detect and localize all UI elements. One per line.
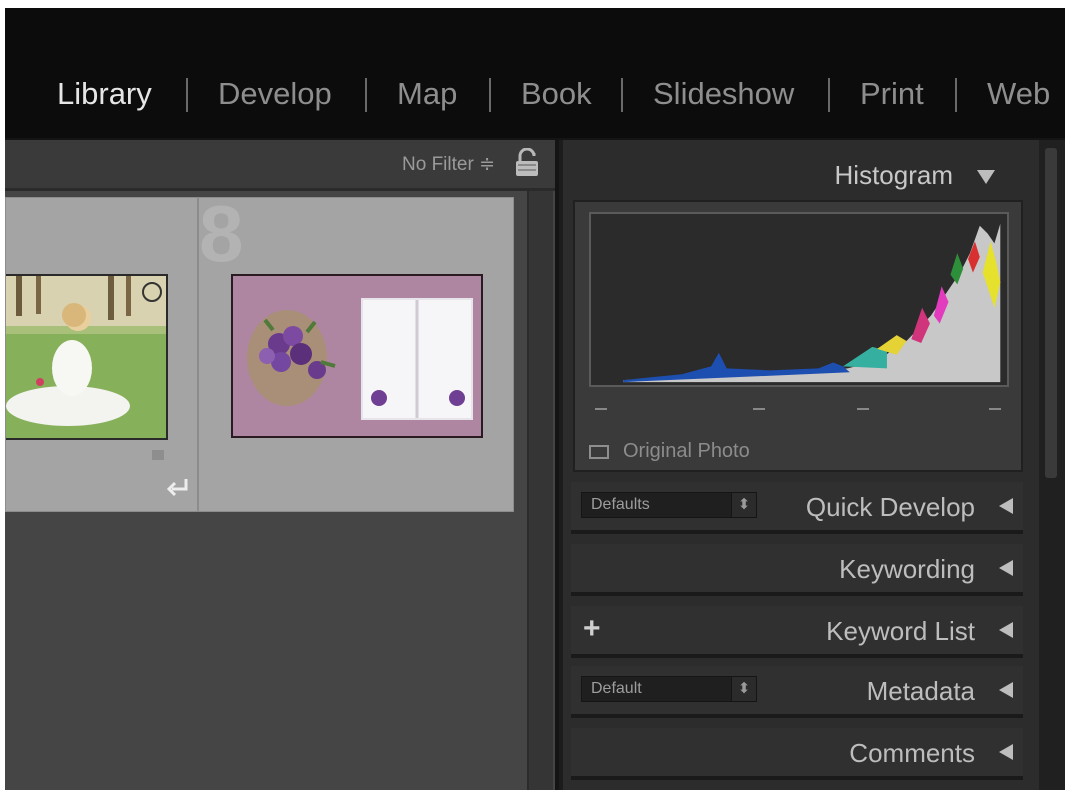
grid-scrollbar[interactable] <box>527 191 553 790</box>
quick-develop-title: Quick Develop <box>805 492 975 522</box>
plus-icon[interactable]: + <box>583 612 601 646</box>
keywording-header[interactable]: Keywording <box>571 544 1023 596</box>
triangle-left-icon[interactable] <box>999 682 1013 698</box>
keyword-list-header[interactable]: + Keyword List <box>571 606 1023 658</box>
filter-dropdown[interactable]: No Filter ≑ <box>402 153 495 176</box>
filter-bar: No Filter ≑ <box>5 140 555 191</box>
tick <box>857 408 869 410</box>
stepper-icon[interactable]: ⬍ <box>731 677 756 701</box>
histogram-panel: Original Photo <box>573 200 1023 472</box>
triangle-left-icon[interactable] <box>999 498 1013 514</box>
metadata-header[interactable]: Default ⬍ Metadata <box>571 666 1023 718</box>
histogram-graph <box>589 212 1009 387</box>
metadata-title: Metadata <box>866 676 975 706</box>
comments-title: Comments <box>849 738 975 768</box>
grid-cell[interactable]: 8 <box>198 189 514 512</box>
module-book[interactable]: Book <box>521 76 592 112</box>
triangle-down-icon[interactable] <box>977 170 995 184</box>
original-photo-label: Original Photo <box>623 440 750 462</box>
divider <box>955 78 957 112</box>
scrollbar-thumb[interactable] <box>1045 148 1057 478</box>
module-library[interactable]: Library <box>57 76 152 112</box>
grid-cell[interactable] <box>5 197 198 512</box>
quick-develop-header[interactable]: Defaults ⬍ Quick Develop <box>571 482 1023 534</box>
comments-header[interactable]: Comments <box>571 728 1023 780</box>
keyword-list-title: Keyword List <box>826 616 975 646</box>
thumbnail-grid: 8 <box>5 189 555 790</box>
lightroom-window: Library Develop Map Book Slideshow Print… <box>5 8 1065 790</box>
triangle-left-icon[interactable] <box>999 560 1013 576</box>
thumbnail-bride[interactable] <box>6 274 168 440</box>
module-picker: Library Develop Map Book Slideshow Print… <box>5 8 1065 138</box>
stepper-icon[interactable]: ⬍ <box>731 493 756 517</box>
triangle-left-icon[interactable] <box>999 744 1013 760</box>
return-arrow-icon <box>166 479 188 497</box>
thumbnail-album[interactable] <box>231 274 483 438</box>
cell-number: 8 <box>199 189 244 278</box>
lock-icon[interactable] <box>513 148 541 178</box>
divider <box>489 78 491 112</box>
module-web[interactable]: Web <box>987 76 1050 112</box>
tick <box>989 408 1001 410</box>
tick <box>595 408 607 410</box>
preset-value: Defaults <box>591 496 650 513</box>
triangle-left-icon[interactable] <box>999 622 1013 638</box>
keywording-title: Keywording <box>839 554 975 584</box>
module-map[interactable]: Map <box>397 76 457 112</box>
divider <box>365 78 367 112</box>
quick-develop-preset-select[interactable]: Defaults ⬍ <box>581 492 757 518</box>
divider <box>186 78 188 112</box>
module-slideshow[interactable]: Slideshow <box>653 76 794 112</box>
metadata-preset-select[interactable]: Default ⬍ <box>581 676 757 702</box>
right-panel-scrollbar[interactable] <box>1039 140 1065 790</box>
tick <box>753 408 765 410</box>
original-photo-checkbox[interactable] <box>589 445 609 459</box>
divider <box>621 78 623 112</box>
module-develop[interactable]: Develop <box>218 76 332 112</box>
module-print[interactable]: Print <box>860 76 924 112</box>
divider <box>828 78 830 112</box>
histogram-title[interactable]: Histogram <box>835 160 953 191</box>
right-panel: Histogram Original Photo Defaults ⬍ Quic… <box>559 140 1043 790</box>
preset-value: Default <box>591 680 642 697</box>
badge-square <box>152 450 164 460</box>
